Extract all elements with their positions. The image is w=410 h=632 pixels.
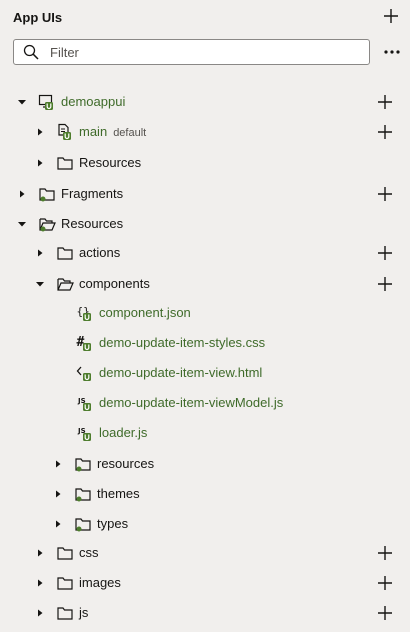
folder-icon [38, 185, 56, 203]
tree-item-view-html[interactable]: demo-update-item-view.html [0, 358, 410, 388]
tree-item-label: Fragments [61, 186, 124, 201]
filter-box[interactable] [13, 39, 370, 65]
panel-title: App UIs [13, 10, 63, 25]
add-icon[interactable] [376, 275, 394, 293]
folder-icon [74, 485, 92, 503]
tree-item-label: demo-update-item-styles.css [99, 335, 266, 350]
add-icon[interactable] [376, 185, 394, 203]
add-icon[interactable] [376, 93, 394, 111]
tree-item-label: demo-update-item-viewModel.js [99, 395, 284, 410]
tree-item-main[interactable]: main default [0, 117, 410, 147]
add-icon[interactable] [376, 244, 394, 262]
tree-item-label: demo-update-item-view.html [99, 365, 263, 380]
folder-icon [56, 244, 74, 262]
js-file-icon: JS [76, 424, 94, 442]
tree-item-resources[interactable]: Resources [0, 209, 410, 239]
more-options-icon[interactable] [382, 44, 402, 60]
tree-item-label: component.json [99, 305, 191, 320]
chevron-right-icon[interactable] [35, 248, 45, 258]
tree-item-label: Resources [61, 216, 124, 231]
add-icon[interactable] [376, 123, 394, 141]
chevron-right-icon[interactable] [17, 189, 27, 199]
chevron-right-icon[interactable] [35, 608, 45, 618]
json-file-icon: {} [76, 304, 94, 322]
add-app-ui-icon[interactable] [382, 7, 400, 25]
chevron-right-icon[interactable] [35, 127, 45, 137]
tree-item-resources-sub[interactable]: resources [0, 449, 410, 479]
app-ui-icon [38, 93, 56, 111]
chevron-right-icon[interactable] [53, 489, 63, 499]
folder-icon [56, 154, 74, 172]
tree-item-label: actions [79, 245, 121, 260]
tree-item-label: main default [79, 124, 146, 139]
tree-item-types[interactable]: types [0, 509, 410, 539]
js-file-icon: JS [76, 394, 94, 412]
css-file-icon: # [76, 334, 94, 352]
chevron-right-icon[interactable] [35, 158, 45, 168]
tree-item-label: Resources [79, 155, 142, 170]
panel-header: App UIs [0, 0, 410, 34]
folder-open-icon [38, 215, 56, 233]
tree-item-js[interactable]: js [0, 598, 410, 628]
chevron-right-icon[interactable] [35, 578, 45, 588]
tree-item-styles-css[interactable]: # demo-update-item-styles.css [0, 328, 410, 358]
add-icon[interactable] [376, 604, 394, 622]
tree-item-label: resources [97, 456, 155, 471]
tree-item-label: loader.js [99, 425, 148, 440]
chevron-right-icon[interactable] [53, 519, 63, 529]
folder-open-icon [56, 275, 74, 293]
tree-item-label: css [79, 545, 99, 560]
tree-item-label: images [79, 575, 121, 590]
filter-input[interactable] [50, 43, 350, 61]
tree-item-fragments[interactable]: Fragments [0, 179, 410, 209]
flow-icon [56, 123, 74, 141]
tree-item-loader-js[interactable]: JS loader.js [0, 418, 410, 448]
tree-item-css[interactable]: css [0, 538, 410, 568]
folder-icon [74, 515, 92, 533]
tree-item-component-json[interactable]: {} component.json [0, 298, 410, 328]
chevron-down-icon[interactable] [35, 279, 45, 289]
tree-item-viewmodel-js[interactable]: JS demo-update-item-viewModel.js [0, 388, 410, 418]
chevron-down-icon[interactable] [17, 219, 27, 229]
html-file-icon [76, 364, 94, 382]
default-flow-tag: default [113, 127, 147, 139]
folder-icon [74, 455, 92, 473]
folder-icon [56, 574, 74, 592]
flow-name: main [79, 124, 108, 139]
tree-item-label: types [97, 516, 129, 531]
add-icon[interactable] [376, 544, 394, 562]
tree-item-themes[interactable]: themes [0, 479, 410, 509]
tree-item-resources-app[interactable]: Resources [0, 148, 410, 178]
folder-icon [56, 604, 74, 622]
tree-item-label: themes [97, 486, 140, 501]
tree-item-label: components [79, 276, 150, 291]
folder-icon [56, 544, 74, 562]
tree-item-label: js [79, 605, 89, 620]
chevron-down-icon[interactable] [17, 97, 27, 107]
search-icon [23, 44, 39, 60]
add-icon[interactable] [376, 574, 394, 592]
tree-item-images[interactable]: images [0, 568, 410, 598]
tree-item-components[interactable]: components [0, 269, 410, 299]
chevron-right-icon[interactable] [53, 459, 63, 469]
chevron-right-icon[interactable] [35, 548, 45, 558]
tree-item-demoappui[interactable]: demoappui [0, 87, 410, 117]
tree-item-label: demoappui [61, 94, 126, 109]
tree-item-actions[interactable]: actions [0, 238, 410, 268]
